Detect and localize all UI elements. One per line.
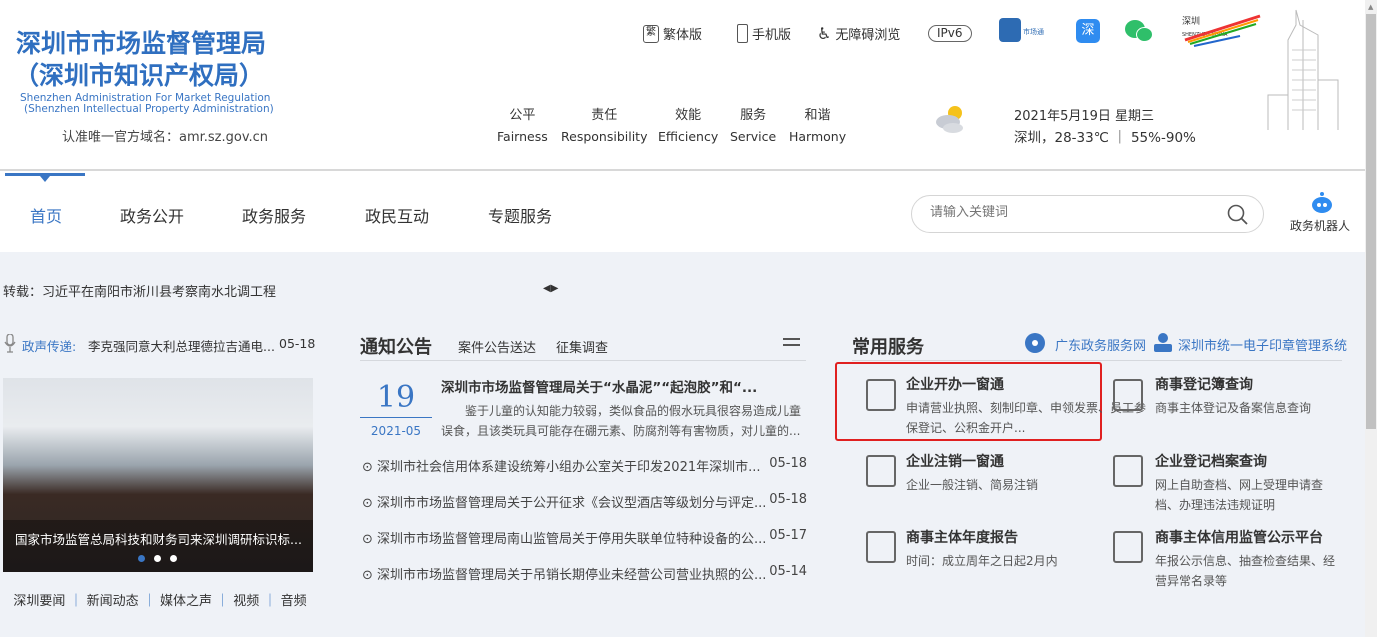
featured-month: 2021-05 — [370, 424, 422, 438]
next-icon[interactable]: ▶ — [551, 283, 559, 294]
media-links: 深圳要闻 ｜ 新闻动态 ｜ 媒体之声 ｜ 视频 ｜ 音频 — [13, 594, 307, 609]
main-nav: 首页 政务公开 政务服务 政民互动 专题服务 政务机器人 — [0, 173, 1365, 252]
search-icon[interactable] — [1227, 204, 1249, 226]
ishen-app-icon[interactable]: 深 — [1076, 19, 1100, 43]
nav-home[interactable]: 首页 — [30, 203, 62, 227]
mobile-link[interactable]: 手机版 — [737, 24, 791, 43]
voice-label: 政声传递: — [22, 339, 77, 354]
partly-cloudy-icon — [936, 106, 963, 133]
notice-item[interactable]: ⊙ 深圳市市场监督管理局关于公开征求《会议型酒店等级划分与评定... 05-18 — [362, 492, 807, 511]
notice-board-icon — [1113, 531, 1143, 563]
scrollbar[interactable]: ▲ — [1365, 0, 1377, 637]
shichangtong-label: 市场通 — [1023, 28, 1044, 36]
shichangtong-app-icon[interactable] — [999, 18, 1021, 42]
more-menu-icon[interactable] — [783, 338, 800, 346]
guangdong-gov-icon — [1025, 333, 1045, 353]
official-domain: 认准唯一官方域名：amr.sz.gov.cn — [62, 130, 269, 145]
nav-gov-affairs-open[interactable]: 政务公开 — [120, 203, 184, 227]
prev-icon[interactable]: ◀ — [543, 283, 551, 294]
voice-news-title[interactable]: 李克强同意大利总理德拉吉通电... — [88, 336, 275, 355]
report-icon — [866, 531, 896, 563]
service-registry-query[interactable]: 商事登记簿查询 商事主体登记及备案信息查询 — [1155, 374, 1377, 418]
divider — [852, 360, 1342, 361]
archive-tray-icon — [1113, 455, 1143, 487]
tool-label: 手机版 — [752, 28, 792, 43]
date-divider — [360, 417, 432, 418]
main-content: 转载：习近平在南阳市淅川县考察南水北调工程 ◀▶ 政声传递: 李克强同意大利总理… — [0, 252, 1365, 637]
scrollbar-thumb[interactable] — [1366, 14, 1376, 429]
search-box[interactable] — [911, 195, 1264, 233]
shenzhen-logo: 深圳SHENZHEN CHINA — [1182, 14, 1261, 47]
link-news-updates[interactable]: 新闻动态 — [87, 594, 139, 609]
wechat-icon-bubble — [1136, 27, 1153, 42]
notice-item[interactable]: ⊙ 深圳市市场监督管理局关于吊销长期停业未经营公司营业执照的公... 05-14 — [362, 564, 807, 583]
e-seal-link[interactable]: 深圳市统一电子印章管理系统 — [1178, 335, 1347, 354]
featured-notice-summary: 鉴于儿童的认知能力较弱，类似食品的假水玩具很容易造成儿童误食，且该类玩具可能存在… — [441, 404, 802, 438]
site-subtitle[interactable]: （深圳市知识产权局） — [14, 56, 264, 92]
traditional-chinese-link[interactable]: 繁繁体版 — [643, 24, 702, 43]
power-monitor-icon — [866, 455, 896, 487]
robot-icon[interactable] — [1309, 191, 1335, 213]
service-archive-query[interactable]: 企业登记档案查询 网上自助查档、网上受理申请查档、办理违法违规证明 — [1155, 451, 1335, 515]
link-video[interactable]: 视频 — [233, 594, 259, 609]
building-sketch — [1267, 9, 1339, 130]
value-responsibility: 责任 Responsibility — [561, 108, 648, 144]
document-search-icon — [1113, 379, 1143, 411]
search-input[interactable] — [930, 205, 1210, 220]
header: 深圳市市场监督管理局 （深圳市知识产权局） Shenzhen Administr… — [0, 0, 1365, 171]
robot-label[interactable]: 政务机器人 — [1290, 217, 1350, 234]
notice-item[interactable]: ⊙ 深圳市市场监督管理局南山监管局关于停用失联单位特种设备的公... 05-17 — [362, 528, 807, 547]
value-efficiency: 效能 Efficiency — [658, 108, 719, 144]
ticker-prev-next[interactable]: ◀▶ — [543, 283, 558, 294]
accessibility-icon: ♿ — [817, 24, 832, 43]
featured-notice-title[interactable]: 深圳市市场监督管理局关于“水晶泥”“起泡胶”和“... — [441, 376, 757, 396]
microphone-icon — [4, 334, 16, 353]
service-deregistration[interactable]: 企业注销一窗通 企业一般注销、简易注销 — [906, 451, 1146, 495]
divider — [360, 360, 806, 361]
slide-dot[interactable] — [154, 555, 161, 562]
service-credit-platform[interactable]: 商事主体信用监管公示平台 年报公示信息、抽查检查结果、经营异常名录等 — [1155, 527, 1335, 591]
mobile-icon — [737, 24, 748, 43]
slide-dot-active[interactable] — [138, 555, 145, 562]
link-shenzhen-news[interactable]: 深圳要闻 — [13, 594, 65, 609]
notice-title[interactable]: 通知公告 — [360, 333, 432, 359]
services-title: 常用服务 — [852, 337, 924, 358]
nav-interaction[interactable]: 政民互动 — [365, 203, 429, 227]
tab-case-notices[interactable]: 案件公告送达 — [458, 337, 536, 356]
nav-special-services[interactable]: 专题服务 — [488, 203, 552, 227]
slide-caption[interactable]: 国家市场监管总局科技和财务司来深圳调研标识标... — [15, 529, 302, 548]
notice-item[interactable]: ⊙ 深圳市社会信用体系建设统筹小组办公室关于印发2021年深圳市... 05-18 — [362, 456, 807, 475]
user-seal-icon — [1154, 333, 1172, 352]
voice-news-date: 05-18 — [279, 336, 316, 351]
site-title[interactable]: 深圳市市场监督管理局 — [16, 24, 266, 60]
featured-day: 19 — [376, 380, 416, 415]
value-harmony: 和谐 Harmony — [789, 108, 847, 144]
value-fairness: 公平 Fairness — [497, 108, 548, 144]
guangdong-gov-link[interactable]: 广东政务服务网 — [1055, 335, 1146, 354]
value-service: 服务 Service — [730, 108, 777, 144]
weather-date: 2021年5月19日 星期三 — [1014, 109, 1155, 124]
tool-label: 繁体版 — [663, 28, 703, 43]
building-icon — [866, 379, 896, 411]
service-annual-report[interactable]: 商事主体年度报告 时间：成立周年之日起2月内 — [906, 527, 1146, 571]
accessibility-link[interactable]: ♿ 无障碍浏览 — [817, 24, 900, 43]
scroll-up-icon[interactable]: ▲ — [1368, 3, 1373, 11]
news-slideshow[interactable]: 国家市场监管总局科技和财务司来深圳调研标识标... — [3, 378, 313, 572]
link-audio[interactable]: 音频 — [281, 594, 307, 609]
tab-surveys[interactable]: 征集调查 — [556, 337, 608, 356]
weather-info: 深圳，28-33℃ ｜ 55%-90% — [1014, 130, 1196, 146]
traditional-chinese-icon: 繁 — [643, 24, 659, 43]
nav-gov-services[interactable]: 政务服务 — [242, 203, 306, 227]
active-tab-arrow — [40, 176, 50, 182]
tool-label: 无障碍浏览 — [835, 28, 901, 43]
ipv6-badge[interactable]: IPv6 — [928, 25, 972, 42]
service-business-startup[interactable]: 企业开办一窗通 申请营业执照、刻制印章、申领发票、员工参保登记、公积金开户... — [906, 374, 1146, 438]
svg-text:深圳: 深圳 — [1182, 16, 1200, 27]
news-ticker[interactable]: 转载：习近平在南阳市淅川县考察南水北调工程 — [3, 281, 276, 300]
link-media[interactable]: 媒体之声 — [160, 594, 212, 609]
slide-dot[interactable] — [170, 555, 177, 562]
site-subtitle-en: (Shenzhen Intellectual Property Administ… — [24, 103, 274, 115]
